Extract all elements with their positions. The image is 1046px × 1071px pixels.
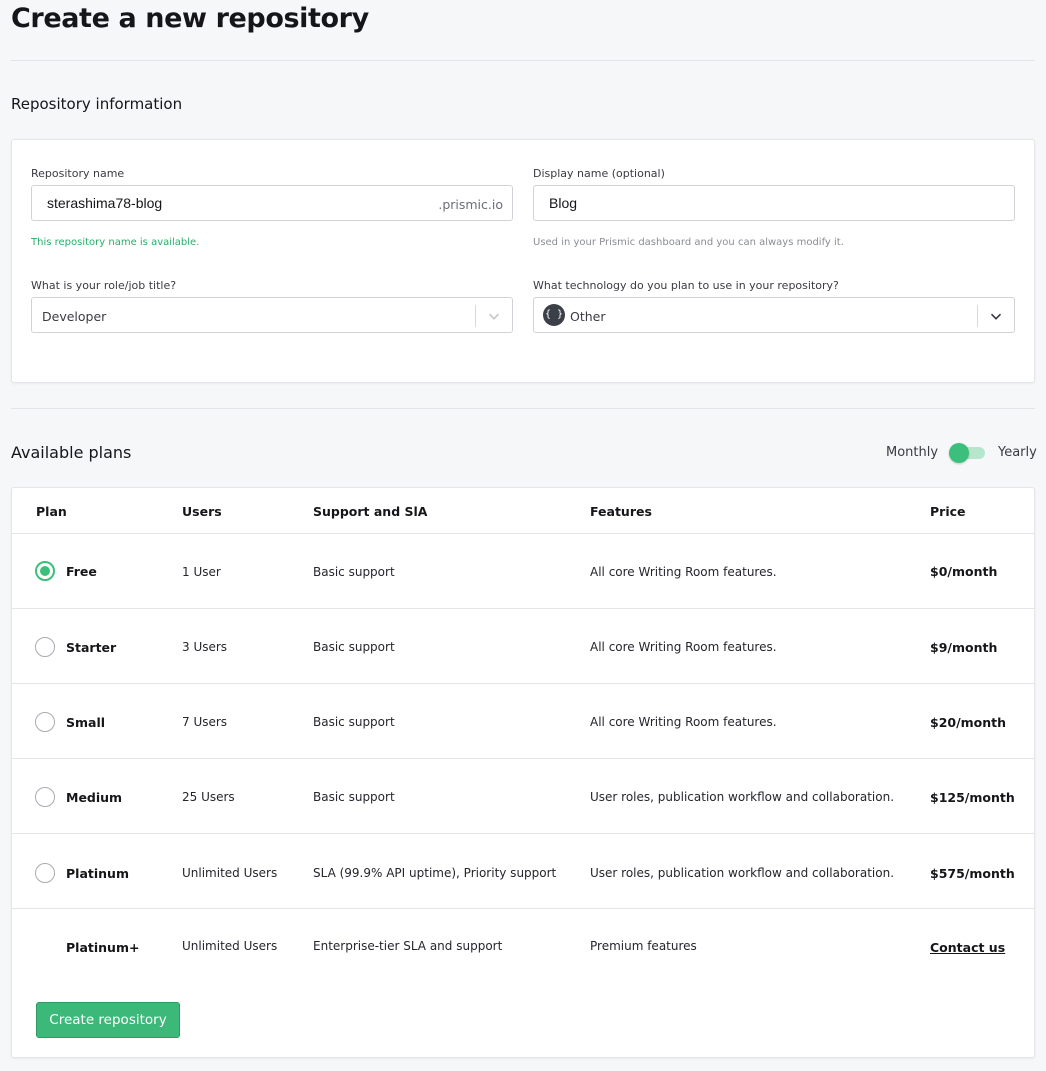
divider (11, 408, 1035, 409)
plan-support: Basic support (313, 565, 395, 579)
plan-users: 1 User (182, 565, 221, 579)
plan-row-starter[interactable]: Starter 3 Users Basic support All core W… (12, 609, 1034, 684)
column-header-support: Support and SlA (313, 504, 428, 519)
display-name-label: Display name (optional) (533, 167, 665, 180)
plan-price: $20/month (930, 715, 1007, 730)
plan-support: SLA (99.9% API uptime), Priority support (313, 866, 557, 880)
plan-features: User roles, publication workflow and col… (590, 790, 895, 804)
column-header-price: Price (930, 504, 966, 519)
plan-price: $125/month (930, 790, 1015, 805)
repository-information-card: Repository name sterashima78-blog .prism… (11, 139, 1035, 383)
repository-information-heading: Repository information (11, 95, 183, 113)
plan-features: User roles, publication workflow and col… (590, 866, 895, 880)
plan-name: Medium (66, 790, 123, 805)
plan-users: 3 Users (182, 640, 228, 654)
repository-name-value: sterashima78-blog (47, 195, 163, 211)
repository-name-input[interactable]: sterashima78-blog .prismic.io (31, 185, 513, 221)
plan-row-free[interactable]: Free 1 User Basic support All core Writi… (12, 534, 1034, 609)
plan-support: Enterprise-tier SLA and support (313, 939, 503, 953)
display-name-value: Blog (549, 195, 578, 211)
plans-table-header: Plan Users Support and SlA Features Pric… (12, 488, 1034, 534)
plan-support: Basic support (313, 640, 395, 654)
plan-price: $575/month (930, 866, 1015, 881)
billing-yearly-label[interactable]: Yearly (998, 445, 1037, 460)
repository-name-available-hint: This repository name is available. (31, 237, 200, 248)
plan-users: Unlimited Users (182, 866, 278, 880)
plan-name: Platinum+ (66, 940, 140, 955)
plan-support: Basic support (313, 715, 395, 729)
page-title: Create a new repository (11, 3, 369, 34)
display-name-input[interactable]: Blog (533, 185, 1015, 221)
plan-row-platinum-plus: Platinum+ Unlimited Users Enterprise-tie… (12, 910, 1034, 985)
column-header-users: Users (182, 504, 222, 519)
repository-name-label: Repository name (31, 167, 125, 180)
plan-features: All core Writing Room features. (590, 715, 777, 729)
plans-table-card: Plan Users Support and SlA Features Pric… (11, 487, 1035, 1058)
available-plans-heading: Available plans (11, 443, 132, 462)
column-header-plan: Plan (36, 504, 67, 519)
plan-name: Free (66, 564, 97, 579)
create-repository-button[interactable]: Create repository (36, 1002, 180, 1038)
technology-selected-value: Other (570, 309, 606, 324)
role-selected-value: Developer (42, 309, 107, 324)
chevron-down-icon[interactable] (987, 307, 1005, 325)
code-braces-icon: { } (543, 304, 565, 326)
contact-us-link[interactable]: Contact us (930, 940, 1005, 955)
plan-row-medium[interactable]: Medium 25 Users Basic support User roles… (12, 759, 1034, 834)
plan-row-small[interactable]: Small 7 Users Basic support All core Wri… (12, 684, 1034, 759)
plan-radio[interactable] (35, 561, 55, 581)
plan-features: Premium features (590, 939, 697, 953)
plan-row-platinum[interactable]: Platinum Unlimited Users SLA (99.9% API … (12, 834, 1034, 909)
technology-select[interactable]: { } Other (533, 297, 1015, 333)
plan-users: Unlimited Users (182, 939, 278, 953)
plan-radio[interactable] (35, 863, 55, 883)
plan-features: All core Writing Room features. (590, 565, 777, 579)
billing-period-toggle-knob[interactable] (949, 443, 969, 463)
plan-features: All core Writing Room features. (590, 640, 777, 654)
select-separator (977, 305, 978, 327)
plan-name: Starter (66, 640, 117, 655)
billing-monthly-label[interactable]: Monthly (886, 445, 938, 460)
plan-radio[interactable] (35, 787, 55, 807)
plan-name: Platinum (66, 866, 129, 881)
chevron-down-icon[interactable] (485, 307, 503, 325)
role-label: What is your role/job title? (31, 279, 177, 292)
plan-radio[interactable] (35, 637, 55, 657)
plan-support: Basic support (313, 790, 395, 804)
divider (11, 60, 1035, 61)
plan-price: $0/month (930, 564, 998, 579)
plan-price: $9/month (930, 640, 998, 655)
select-separator (475, 305, 476, 327)
plan-name: Small (66, 715, 106, 730)
repository-domain-suffix: .prismic.io (438, 197, 503, 212)
plan-radio[interactable] (35, 712, 55, 732)
technology-label: What technology do you plan to use in yo… (533, 279, 839, 292)
plan-users: 7 Users (182, 715, 228, 729)
plan-users: 25 Users (182, 790, 235, 804)
column-header-features: Features (590, 504, 652, 519)
role-select[interactable]: Developer (31, 297, 513, 333)
display-name-hint: Used in your Prismic dashboard and you c… (533, 237, 844, 248)
